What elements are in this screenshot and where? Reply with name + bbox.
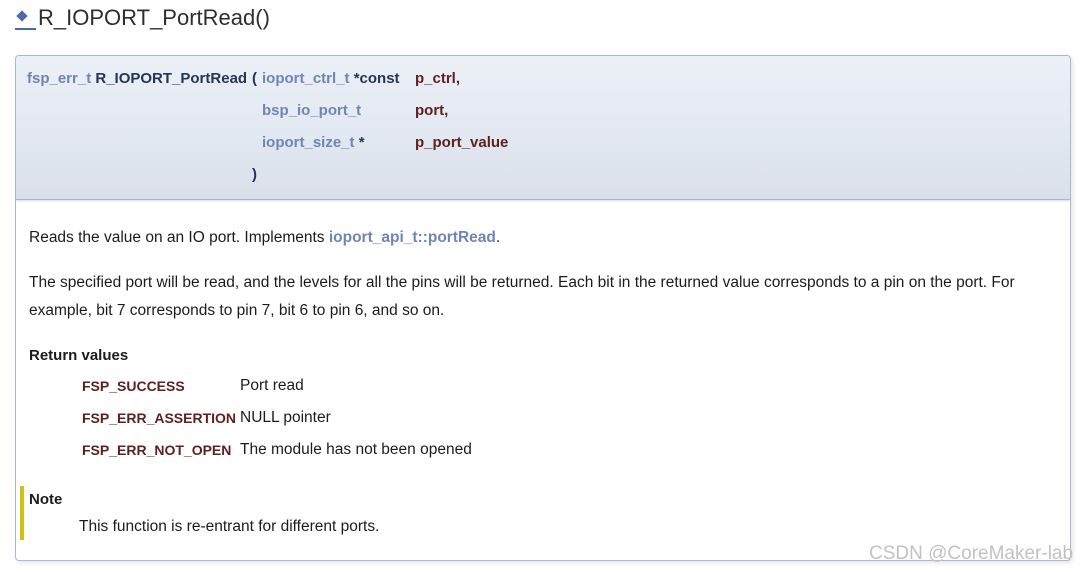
function-name: R_IOPORT_PortRead <box>95 70 248 87</box>
prototype-table: fsp_err_t R_IOPORT_PortRead ( ioport_ctr… <box>27 63 715 191</box>
member-title: R_IOPORT_PortRead() <box>0 0 400 40</box>
param-qualifier: *const <box>353 70 400 87</box>
return-code: FSP_SUCCESS <box>82 378 185 394</box>
return-values-heading: Return values <box>29 347 129 364</box>
note-block: Note This function is re-entrant for dif… <box>20 486 1060 540</box>
return-value-row: FSP_ERR_NOT_OPEN The module has not been… <box>82 434 472 466</box>
member-title-text: R_IOPORT_PortRead() <box>38 5 270 30</box>
summary-paragraph: Reads the value on an IO port. Implement… <box>29 224 1060 252</box>
prototype-spacer <box>250 127 262 159</box>
param-qualifier: * <box>358 134 365 151</box>
prototype-spacer <box>415 159 715 191</box>
member-prototype: fsp_err_t R_IOPORT_PortRead ( ioport_ctr… <box>16 56 1070 200</box>
param-type-cell: ioport_ctrl_t *const <box>262 63 415 95</box>
param-type-cell: bsp_io_port_t <box>262 95 415 127</box>
open-paren: ( <box>252 70 257 87</box>
member-anchor-link[interactable] <box>15 8 36 30</box>
param-type-link[interactable]: ioport_ctrl_t <box>262 70 350 87</box>
return-value-row: FSP_ERR_ASSERTION NULL pointer <box>82 402 472 434</box>
prototype-row: ) <box>27 159 715 191</box>
param-name: p_port_value <box>415 134 509 151</box>
prototype-row: fsp_err_t R_IOPORT_PortRead ( ioport_ctr… <box>27 63 715 95</box>
return-description: The module has not been opened <box>240 441 472 458</box>
param-name: port, <box>415 102 449 119</box>
return-value-row: FSP_SUCCESS Port read <box>82 370 472 402</box>
member-doc: Reads the value on an IO port. Implement… <box>16 200 1070 540</box>
return-values-table: FSP_SUCCESS Port read FSP_ERR_ASSERTION … <box>82 370 472 466</box>
note-text: This function is re-entrant for differen… <box>79 518 380 535</box>
param-type-link[interactable]: bsp_io_port_t <box>262 102 361 119</box>
prototype-spacer <box>27 127 250 159</box>
member-item: fsp_err_t R_IOPORT_PortRead ( ioport_ctr… <box>15 55 1071 561</box>
prototype-signature: fsp_err_t R_IOPORT_PortRead <box>27 63 250 95</box>
summary-end: . <box>495 229 501 246</box>
note-heading: Note <box>29 491 63 508</box>
return-code: FSP_ERR_ASSERTION <box>82 410 237 426</box>
prototype-row: bsp_io_port_t port, <box>27 95 715 127</box>
close-paren: ) <box>252 166 257 183</box>
prototype-spacer <box>27 95 250 127</box>
diamond-icon[interactable] <box>16 10 28 22</box>
return-description: Port read <box>240 377 304 394</box>
param-type-link[interactable]: ioport_size_t <box>262 134 355 151</box>
param-type-cell: ioport_size_t * <box>262 127 415 159</box>
return-type-link[interactable]: fsp_err_t <box>27 70 91 87</box>
prototype-row: ioport_size_t * p_port_value <box>27 127 715 159</box>
param-name: p_ctrl, <box>415 70 461 87</box>
api-link[interactable]: ioport_api_t::portRead <box>329 229 496 246</box>
doc-page: { "title": { "anchor_icon": "diamond-ico… <box>0 0 1080 572</box>
prototype-spacer <box>262 159 415 191</box>
prototype-spacer <box>250 95 262 127</box>
summary-text: Reads the value on an IO port. Implement… <box>29 229 329 246</box>
return-code: FSP_ERR_NOT_OPEN <box>82 442 232 458</box>
details-paragraph: The specified port will be read, and the… <box>29 274 1015 319</box>
prototype-spacer <box>27 159 250 191</box>
watermark: CSDN @CoreMaker-lab <box>869 543 1074 564</box>
return-description: NULL pointer <box>240 409 331 426</box>
